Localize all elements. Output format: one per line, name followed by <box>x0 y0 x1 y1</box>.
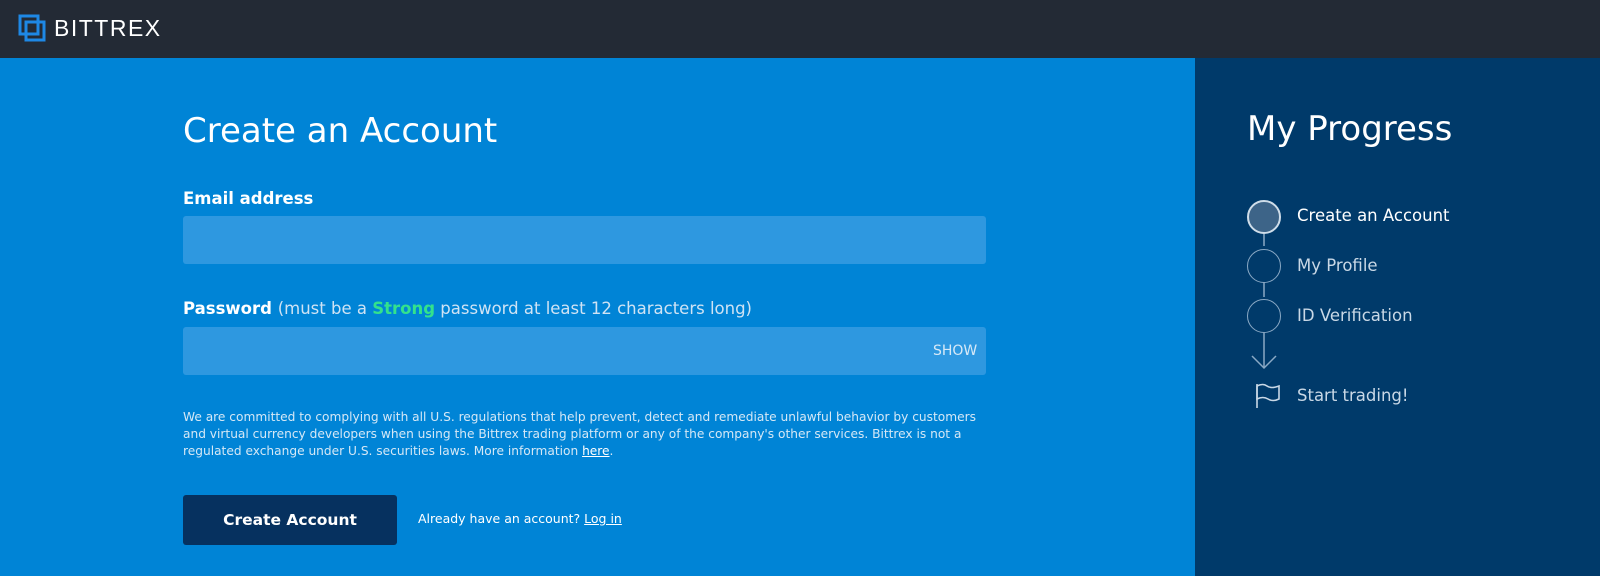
email-label-text: Email address <box>183 189 314 208</box>
password-label-text: Password <box>183 299 272 318</box>
password-hint-suffix: password at least 12 characters long) <box>435 299 752 318</box>
create-account-button[interactable]: Create Account <box>183 495 397 545</box>
bittrex-logo-icon <box>18 14 46 42</box>
login-prompt: Already have an account? Log in <box>418 510 622 528</box>
password-strength-keyword: Strong <box>372 299 436 318</box>
more-information-link[interactable]: here <box>582 444 609 458</box>
bittrex-logo[interactable]: BITTREX <box>18 14 162 42</box>
create-account-panel: Create an Account Email address Password… <box>0 58 1195 576</box>
disclaimer-text: We are committed to complying with all U… <box>183 410 976 458</box>
password-label: Password (must be a Strong password at l… <box>183 298 752 320</box>
show-password-toggle[interactable]: SHOW <box>933 341 977 361</box>
log-in-link[interactable]: Log in <box>584 511 622 526</box>
password-field[interactable] <box>183 327 986 375</box>
brand-name: BITTREX <box>54 15 162 41</box>
step-label-my-profile: My Profile <box>1297 256 1378 275</box>
step-label-create-account: Create an Account <box>1297 206 1450 225</box>
step-label-id-verification: ID Verification <box>1297 306 1413 325</box>
step-indicator-id-verification <box>1247 299 1281 333</box>
flag-icon <box>1256 383 1280 408</box>
page-title: Create an Account <box>183 111 498 151</box>
password-hint: (must be a Strong password at least 12 c… <box>278 299 752 318</box>
step-indicator-create-account <box>1247 200 1281 234</box>
disclaimer-end: . <box>609 444 614 458</box>
progress-sidebar: My Progress Create an Account My Profile… <box>1195 58 1600 576</box>
email-field[interactable] <box>183 216 986 264</box>
email-label: Email address <box>183 188 313 210</box>
top-navigation-bar: BITTREX <box>0 0 1600 58</box>
login-prompt-text: Already have an account? <box>418 511 585 526</box>
step-indicator-my-profile <box>1247 249 1281 283</box>
step-label-start-trading: Start trading! <box>1297 386 1409 405</box>
compliance-disclaimer: We are committed to complying with all U… <box>183 409 993 460</box>
password-hint-prefix: (must be a <box>277 299 373 318</box>
